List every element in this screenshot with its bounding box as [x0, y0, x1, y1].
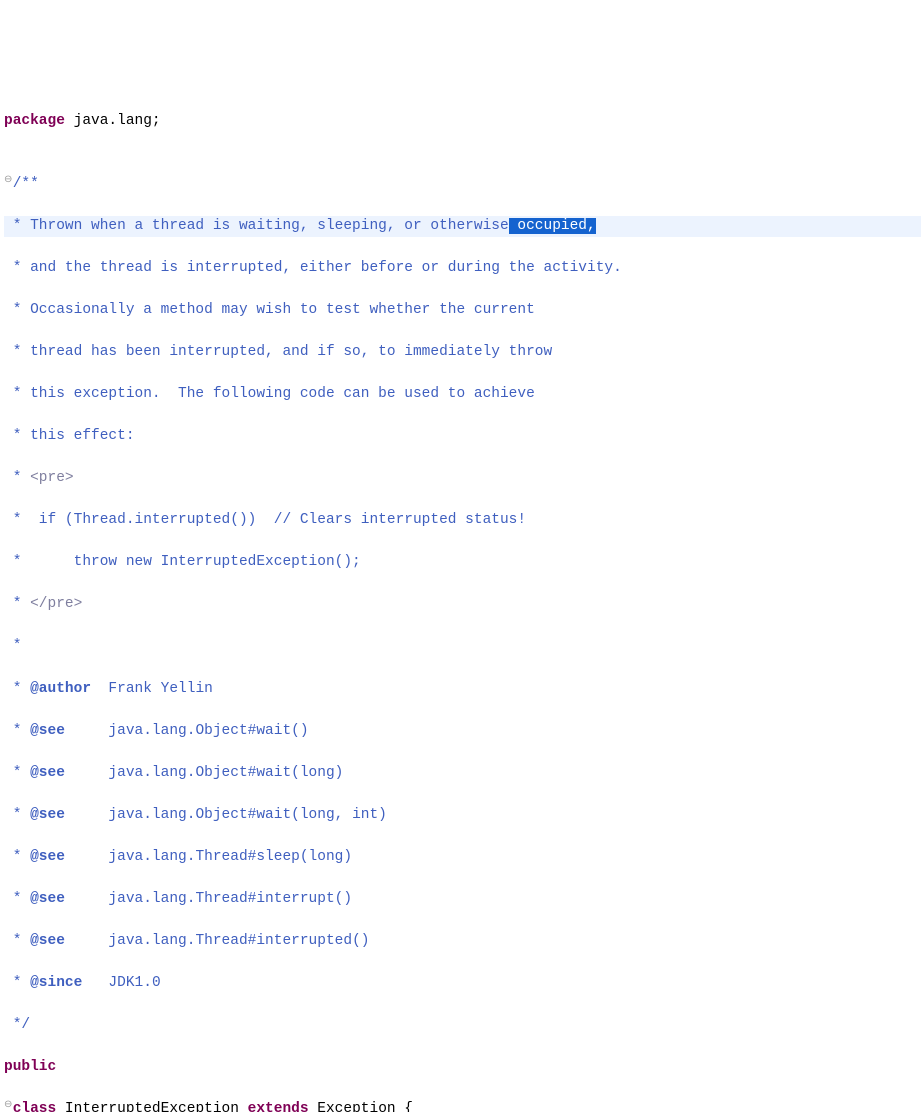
- javadoc-prefix: *: [4, 849, 30, 865]
- code-line: * </pre>: [4, 594, 921, 615]
- javadoc-text: * and the thread is interrupted, either …: [4, 260, 622, 276]
- javadoc-text: *: [4, 638, 21, 654]
- code-line: * this effect:: [4, 426, 921, 447]
- javadoc-see: java.lang.Thread#interrupt(): [65, 891, 352, 907]
- code-line: * @see java.lang.Thread#interrupt(): [4, 889, 921, 910]
- javadoc-tag-see: @see: [30, 891, 65, 907]
- javadoc-text: *: [4, 596, 30, 612]
- package-name: java.lang;: [65, 113, 161, 129]
- code-line: * @author Frank Yellin: [4, 679, 921, 700]
- javadoc-prefix: *: [4, 807, 30, 823]
- code-line: * @see java.lang.Thread#interrupted(): [4, 931, 921, 952]
- keyword-extends: extends: [248, 1101, 309, 1112]
- fold-icon[interactable]: ⊖: [4, 1099, 12, 1112]
- code-line: * @see java.lang.Thread#sleep(long): [4, 847, 921, 868]
- javadoc-prefix: *: [4, 723, 30, 739]
- javadoc-text: * this effect:: [4, 428, 135, 444]
- code-line: * @see java.lang.Object#wait(): [4, 721, 921, 742]
- html-tag: <pre>: [30, 470, 74, 486]
- superclass-name: Exception {: [309, 1101, 413, 1112]
- keyword-class: class: [13, 1101, 57, 1112]
- javadoc-tag-author: @author: [30, 681, 91, 697]
- code-line: * this exception. The following code can…: [4, 384, 921, 405]
- javadoc-text: * if (Thread.interrupted()) // Clears in…: [4, 512, 526, 528]
- html-tag: </pre>: [30, 596, 82, 612]
- keyword-public: public: [4, 1059, 56, 1075]
- javadoc-prefix: *: [4, 933, 30, 949]
- javadoc-prefix: *: [4, 765, 30, 781]
- javadoc-see: java.lang.Object#wait(long, int): [65, 807, 387, 823]
- javadoc-see: java.lang.Object#wait(): [65, 723, 309, 739]
- javadoc-open: /**: [13, 176, 39, 192]
- javadoc-see: java.lang.Thread#interrupted(): [65, 933, 370, 949]
- javadoc-text: *: [4, 470, 30, 486]
- javadoc-tag-see: @see: [30, 807, 65, 823]
- keyword-package: package: [4, 113, 65, 129]
- class-name: InterruptedException: [56, 1101, 247, 1112]
- javadoc-see: java.lang.Object#wait(long): [65, 765, 343, 781]
- code-editor[interactable]: package java.lang; ⊖ /** * Thrown when a…: [0, 84, 921, 1112]
- javadoc-prefix: *: [4, 891, 30, 907]
- javadoc-see: java.lang.Thread#sleep(long): [65, 849, 352, 865]
- javadoc-tag-see: @see: [30, 765, 65, 781]
- code-line: ⊖ /**: [4, 174, 921, 195]
- code-line: * if (Thread.interrupted()) // Clears in…: [4, 510, 921, 531]
- javadoc-since: JDK1.0: [82, 975, 160, 991]
- code-line: * and the thread is interrupted, either …: [4, 258, 921, 279]
- javadoc-tag-see: @see: [30, 849, 65, 865]
- code-line: public: [4, 1057, 921, 1078]
- code-line-highlighted: * Thrown when a thread is waiting, sleep…: [4, 216, 921, 237]
- javadoc-author: Frank Yellin: [91, 681, 213, 697]
- javadoc-tag-since: @since: [30, 975, 82, 991]
- javadoc-text: * Occasionally a method may wish to test…: [4, 302, 535, 318]
- javadoc-text: * Thrown when a thread is waiting, sleep…: [4, 218, 509, 234]
- javadoc-text: * thread has been interrupted, and if so…: [4, 344, 552, 360]
- code-line: * @since JDK1.0: [4, 973, 921, 994]
- javadoc-text: * throw new InterruptedException();: [4, 554, 361, 570]
- code-line: *: [4, 636, 921, 657]
- code-line: ⊖ class InterruptedException extends Exc…: [4, 1099, 921, 1112]
- code-line: package java.lang;: [4, 111, 921, 132]
- code-line: * @see java.lang.Object#wait(long, int): [4, 805, 921, 826]
- code-line: * @see java.lang.Object#wait(long): [4, 763, 921, 784]
- fold-icon[interactable]: ⊖: [4, 174, 12, 189]
- javadoc-close: */: [4, 1017, 30, 1033]
- javadoc-tag-see: @see: [30, 723, 65, 739]
- code-line: * thread has been interrupted, and if so…: [4, 342, 921, 363]
- javadoc-tag-see: @see: [30, 933, 65, 949]
- code-line: */: [4, 1015, 921, 1036]
- javadoc-text: * this exception. The following code can…: [4, 386, 535, 402]
- javadoc-prefix: *: [4, 681, 30, 697]
- code-line: * <pre>: [4, 468, 921, 489]
- text-selection: occupied,: [509, 218, 596, 234]
- code-line: * Occasionally a method may wish to test…: [4, 300, 921, 321]
- javadoc-prefix: *: [4, 975, 30, 991]
